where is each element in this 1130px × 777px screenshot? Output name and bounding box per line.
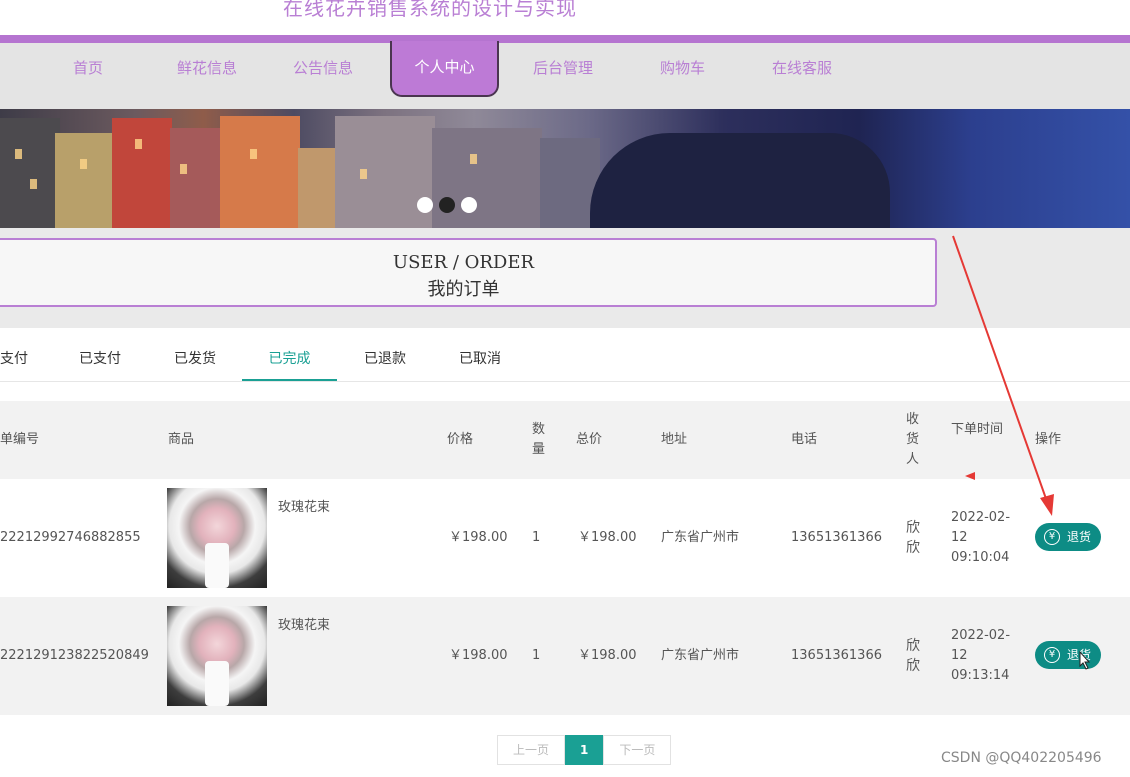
page-number-current[interactable]: 1 xyxy=(565,735,604,765)
nav-user-center[interactable]: 个人中心 xyxy=(390,41,499,97)
site-title: 在线花卉销售系统的设计与实现 xyxy=(283,0,577,20)
receiver: 欣欣 xyxy=(906,638,920,674)
banner-cliff xyxy=(590,133,890,228)
total-price: ￥198.00 xyxy=(578,530,637,545)
th-action: 操作 xyxy=(1035,432,1062,447)
table-header: 单编号 商品 价格 数量 总价 地址 电话 收货人 下单时间 操作 xyxy=(0,401,1130,479)
next-page-button[interactable]: 下一页 xyxy=(603,735,672,765)
table-row: 222129123822520849 玫瑰花束 ￥198.00 1 ￥198.0… xyxy=(0,597,1130,715)
nav-flowers[interactable]: 鲜花信息 xyxy=(177,43,237,93)
watermark: CSDN @QQ402205496 xyxy=(941,750,1102,766)
yen-icon: ¥ xyxy=(1044,647,1060,663)
nav-admin[interactable]: 后台管理 xyxy=(533,43,593,93)
product-image[interactable] xyxy=(167,606,267,706)
banner-building xyxy=(0,118,60,228)
banner-window-light xyxy=(180,164,187,174)
order-header-en: USER / ORDER xyxy=(392,252,535,273)
product-name: 玫瑰花束 xyxy=(278,500,331,515)
total-price: ￥198.00 xyxy=(578,648,637,663)
th-total: 总价 xyxy=(576,432,603,447)
refund-button[interactable]: ¥ 退货 xyxy=(1035,523,1101,551)
table-row: 22212992746882855 玫瑰花束 ￥198.00 1 ￥198.00… xyxy=(0,479,1130,597)
order-time: 09:13:14 xyxy=(951,668,1010,683)
order-time: 09:10:04 xyxy=(951,550,1010,565)
th-price: 价格 xyxy=(447,432,474,447)
carousel-dot[interactable] xyxy=(417,197,433,213)
banner-window-light xyxy=(250,149,257,159)
th-order-no: 单编号 xyxy=(0,432,40,447)
tab-shipped[interactable]: 已发货 xyxy=(174,338,216,381)
banner-building xyxy=(112,118,172,228)
quantity: 1 xyxy=(532,648,541,663)
refund-button-label: 退货 xyxy=(1067,648,1092,662)
order-status-tabs: 支付 已支付 已发货 已完成 已退款 已取消 xyxy=(0,338,1130,382)
order-number: 222129123822520849 xyxy=(0,648,149,663)
th-product: 商品 xyxy=(168,432,195,447)
banner-carousel xyxy=(0,109,1130,228)
address: 广东省广州市 xyxy=(661,530,740,545)
refund-button[interactable]: ¥ 退货 xyxy=(1035,641,1101,669)
th-phone: 电话 xyxy=(791,432,818,447)
nav-online-service[interactable]: 在线客服 xyxy=(772,43,832,93)
tab-unpaid[interactable]: 支付 xyxy=(0,338,28,381)
banner-building xyxy=(220,116,300,228)
banner-window-light xyxy=(30,179,37,189)
order-date: 2022-02-12 xyxy=(951,510,1011,545)
order-number: 22212992746882855 xyxy=(0,530,141,545)
carousel-dot-active[interactable] xyxy=(439,197,455,213)
carousel-dot[interactable] xyxy=(461,197,477,213)
phone: 13651361366 xyxy=(791,648,882,663)
refund-button-label: 退货 xyxy=(1067,530,1092,544)
banner-building xyxy=(170,128,220,228)
address: 广东省广州市 xyxy=(661,648,740,663)
yen-icon: ¥ xyxy=(1044,529,1060,545)
banner-building xyxy=(55,133,115,228)
nav-notices[interactable]: 公告信息 xyxy=(293,43,353,93)
th-qty: 数量 xyxy=(532,422,546,457)
order-section-header: USER / ORDER 我的订单 xyxy=(0,238,937,307)
banner-window-light xyxy=(470,154,477,164)
tab-completed[interactable]: 已完成 xyxy=(242,338,337,381)
th-receiver: 收货人 xyxy=(906,412,920,467)
product-name: 玫瑰花束 xyxy=(278,618,331,633)
prev-page-button[interactable]: 上一页 xyxy=(497,735,566,765)
banner-window-light xyxy=(360,169,367,179)
carousel-indicators xyxy=(417,197,477,213)
tab-paid[interactable]: 已支付 xyxy=(79,338,121,381)
order-date: 2022-02-12 xyxy=(951,628,1011,663)
banner-window-light xyxy=(15,149,22,159)
banner-window-light xyxy=(135,139,142,149)
price: ￥198.00 xyxy=(449,648,508,663)
quantity: 1 xyxy=(532,530,541,545)
main-nav: 首页 鲜花信息 公告信息 个人中心 后台管理 购物车 在线客服 xyxy=(0,41,1130,109)
receiver: 欣欣 xyxy=(906,520,920,556)
tab-cancelled[interactable]: 已取消 xyxy=(459,338,501,381)
banner-window-light xyxy=(80,159,87,169)
nav-cart[interactable]: 购物车 xyxy=(660,43,705,93)
product-image[interactable] xyxy=(167,488,267,588)
order-header-cn: 我的订单 xyxy=(427,279,500,300)
phone: 13651361366 xyxy=(791,530,882,545)
top-accent-bar xyxy=(0,35,1130,43)
th-address: 地址 xyxy=(661,432,688,447)
page: 在线花卉销售系统的设计与实现 首页 鲜花信息 公告信息 个人中心 后台管理 购物… xyxy=(0,0,1130,777)
pagination: 上一页 1 下一页 xyxy=(497,735,672,765)
tab-refunded[interactable]: 已退款 xyxy=(364,338,406,381)
th-order-time: 下单时间 xyxy=(951,422,1004,437)
nav-home[interactable]: 首页 xyxy=(73,43,103,93)
banner-building xyxy=(432,128,542,228)
price: ￥198.00 xyxy=(449,530,508,545)
